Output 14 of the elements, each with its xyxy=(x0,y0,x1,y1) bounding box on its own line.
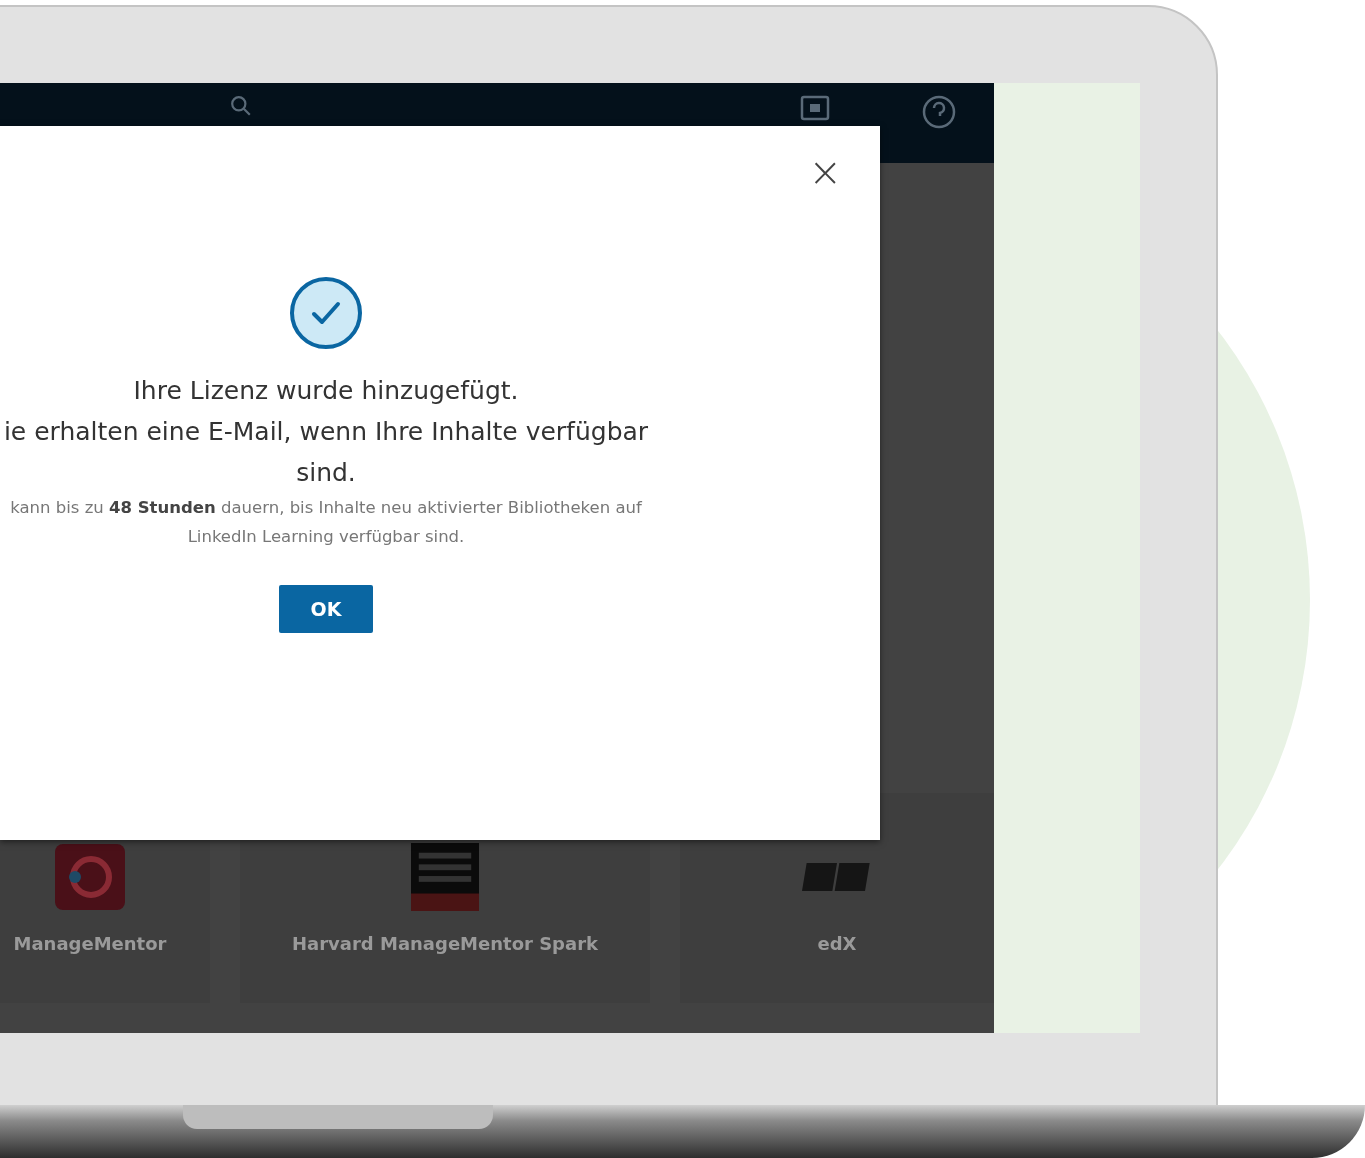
help-icon xyxy=(922,95,956,129)
screen-icon xyxy=(800,95,830,121)
close-button[interactable]: × xyxy=(804,152,846,192)
search-icon xyxy=(230,95,252,117)
dialog-note: kann bis zu 48 Stunden dauern, bis Inhalte neu aktivierter Bibliotheken auf LinkedIn Learning verfügbar sind. xyxy=(9,497,643,548)
book-cover-icon xyxy=(410,842,480,911)
ok-button[interactable]: OK xyxy=(279,585,373,633)
dialog-title: Ihre Lizenz wurde hinzugefügt. xyxy=(133,375,519,407)
dialog-message: ie erhalten eine E-Mail, wenn Ihre Inhalte verfügbar sind. xyxy=(2,416,650,489)
check-circle-icon xyxy=(289,276,363,350)
library-name: edX xyxy=(817,932,857,954)
library-name: ManageMentor xyxy=(13,932,167,954)
ring-logo-icon xyxy=(55,842,125,911)
library-name: Harvard ManageMentor Spark xyxy=(292,932,598,954)
